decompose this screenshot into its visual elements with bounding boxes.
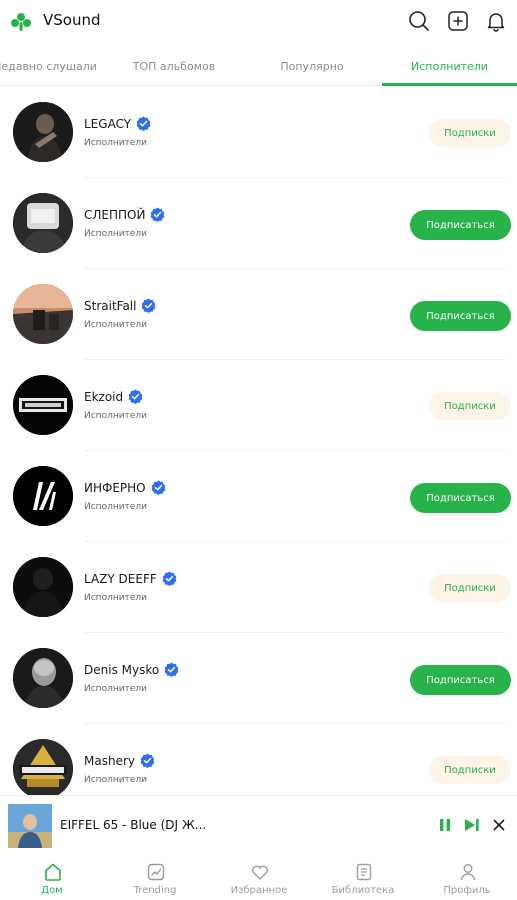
vsound-logo-icon [11,13,31,31]
search-icon[interactable] [407,9,431,33]
artist-name: Mashery [84,753,135,768]
subscribed-button[interactable]: Подписки [429,392,511,420]
track-title: EIFFEL 65 - Blue (DJ Ж... [60,818,207,832]
artist-avatar [13,557,73,617]
profile-icon [460,864,476,881]
subscribed-button[interactable]: Подписки [429,574,511,602]
app-title: VSound [43,11,101,29]
artist-subtitle: Исполнители [84,502,147,512]
artist-subtitle: Исполнители [84,411,147,421]
artist-row[interactable]: LEGACY Исполнители Подписки [0,87,517,178]
nav-favorites[interactable]: Избранное [214,855,304,900]
verified-icon [151,207,165,222]
track-cover [8,804,52,848]
artist-name: СЛЕППОЙ [84,207,146,222]
artist-name: Denis Mysko [84,662,160,677]
artist-row[interactable]: LAZY DEEFF Исполнители Подписки [0,542,517,633]
artist-subtitle: Исполнители [84,593,147,603]
artist-row[interactable]: StraitFall Исполнители Подписаться [0,269,517,360]
artist-row[interactable]: ИНФЕРНО Исполнители Подписаться [0,451,517,542]
nav-label: Дом [41,885,63,896]
tab-top-albums[interactable]: ТОП альбомов [130,46,218,86]
nav-label: Библиотека [331,885,395,896]
bottom-navigation: Дом Trending Избранное Библиотека Профил… [0,855,517,900]
artist-avatar [13,466,73,526]
nav-profile[interactable]: Профиль [422,855,512,900]
tab-popular[interactable]: Популярно [262,46,362,86]
nav-label: Избранное [230,885,288,896]
nav-trending[interactable]: Trending [110,855,200,900]
artist-subtitle: Исполнители [84,138,147,148]
skip-next-icon[interactable] [463,816,481,834]
artist-subtitle: Исполнители [84,320,147,330]
artist-row[interactable]: Mashery Исполнители Подписки [0,724,517,795]
artist-avatar [13,648,73,708]
artist-avatar [13,284,73,344]
close-icon[interactable] [490,816,508,834]
artist-name: StraitFall [84,298,137,313]
nav-home[interactable]: Дом [7,855,97,900]
artist-avatar [13,102,73,162]
artist-subtitle: Исполнители [84,684,147,694]
app-screen: VSound Недавно слушали ТОП альбомов Попу… [0,0,517,900]
category-tabs: Недавно слушали ТОП альбомов Популярно И… [0,46,517,86]
verified-icon [164,662,179,677]
verified-icon [151,480,165,495]
tab-artists[interactable]: Исполнители [382,46,517,86]
tab-recent[interactable]: Недавно слушали [0,46,130,86]
artist-subtitle: Исполнители [84,775,147,785]
subscribed-button[interactable]: Подписки [429,756,511,784]
library-icon [356,863,372,881]
subscribe-button[interactable]: Подписаться [410,210,511,240]
home-icon [45,863,61,881]
active-tab-indicator [382,83,517,86]
nav-library[interactable]: Библиотека [318,855,408,900]
nav-label: Профиль [443,885,491,896]
subscribed-button[interactable]: Подписки [429,119,511,147]
artist-list: LEGACY Исполнители Подписки СЛЕППОЙ Испо… [0,87,517,795]
trending-icon [147,863,165,881]
top-bar: VSound [0,0,517,44]
artist-avatar [13,739,73,795]
verified-icon [142,298,156,313]
artist-avatar [13,375,73,435]
heart-icon [252,865,268,880]
bell-icon[interactable] [484,9,508,33]
mini-player[interactable]: EIFFEL 65 - Blue (DJ Ж... [0,795,517,855]
artist-name: Ekzoid [84,389,124,404]
verified-icon [140,753,155,768]
artist-name: LEGACY [84,116,132,131]
pause-icon[interactable] [436,816,454,834]
verified-icon [136,116,151,131]
artist-row[interactable]: Denis Mysko Исполнители Подписаться [0,633,517,724]
subscribe-button[interactable]: Подписаться [410,483,511,513]
artist-avatar [13,193,73,253]
add-box-icon[interactable] [446,9,470,33]
artist-row[interactable]: СЛЕППОЙ Исполнители Подписаться [0,178,517,269]
nav-label: Trending [133,885,177,896]
artist-subtitle: Исполнители [84,229,147,239]
subscribe-button[interactable]: Подписаться [410,665,511,695]
artist-row[interactable]: Ekzoid Исполнители Подписки [0,360,517,451]
artist-name: ИНФЕРНО [84,480,146,495]
verified-icon [162,571,177,586]
subscribe-button[interactable]: Подписаться [410,301,511,331]
artist-name: LAZY DEEFF [84,571,157,586]
verified-icon [128,389,143,404]
